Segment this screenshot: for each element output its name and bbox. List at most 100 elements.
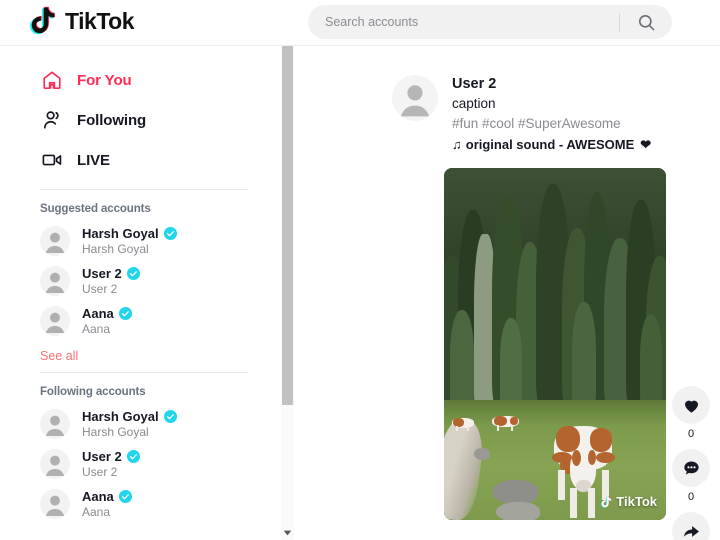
post-actions: 0 0 [666, 386, 716, 540]
account-meta: Harsh Goyal Harsh Goyal [82, 409, 177, 439]
tiktok-note-logo-icon [601, 495, 613, 508]
account-meta: Aana Aana [82, 306, 132, 336]
heart-icon [684, 400, 698, 413]
avatar [40, 449, 70, 479]
list-item[interactable]: Harsh Goyal Harsh Goyal [0, 221, 288, 261]
list-item[interactable]: Aana Aana [0, 484, 288, 524]
post-header: User 2 caption #fun #cool #SuperAwesome … [392, 75, 720, 155]
account-name: Harsh Goyal [82, 226, 159, 241]
comment-icon [683, 461, 699, 475]
comment-button[interactable] [672, 449, 710, 487]
account-handle: Harsh Goyal [82, 242, 149, 256]
search-bar[interactable] [308, 5, 672, 39]
list-item[interactable]: Harsh Goyal Harsh Goyal [0, 404, 288, 444]
sidebar-item-following[interactable]: Following [0, 100, 288, 140]
avatar [40, 266, 70, 296]
share-icon [683, 525, 699, 537]
account-name-line: User 2 [82, 449, 140, 464]
account-handle: Aana [82, 505, 111, 519]
tiktok-app: TikTok For You [0, 0, 720, 540]
account-name-line: Aana [82, 306, 132, 321]
chevron-down-icon [283, 530, 292, 536]
suggested-accounts-list: Harsh Goyal Harsh Goyal User 2 User 2 Aa… [0, 219, 288, 341]
comment-action: 0 [666, 449, 716, 503]
like-action: 0 [666, 386, 716, 440]
post-music-row[interactable]: ♫ original sound - AWESOME ❤ [452, 134, 651, 155]
account-name-line: Harsh Goyal [82, 409, 177, 424]
music-note-icon: ♫ [452, 137, 462, 152]
post-music-title: original sound - AWESOME [465, 137, 635, 152]
video-forest-layer [444, 168, 666, 406]
video-rock [474, 448, 490, 460]
post-author-name[interactable]: User 2 [452, 75, 651, 94]
verified-badge-icon [126, 450, 140, 463]
share-button[interactable] [672, 512, 710, 540]
account-meta: Aana Aana [82, 489, 132, 519]
search-button[interactable] [620, 5, 672, 39]
scrollbar-thumb[interactable] [282, 46, 293, 405]
following-accounts-list: Harsh Goyal Harsh Goyal User 2 User 2 Aa… [0, 402, 288, 524]
video-watermark: TikTok [601, 494, 657, 509]
sidebar-label-following: Following [77, 111, 147, 129]
sidebar: For You Following LIVE Suggested account… [0, 46, 288, 540]
brand-logo[interactable]: TikTok [30, 6, 135, 36]
sidebar-label-for-you: For You [77, 71, 132, 89]
video-rock [496, 502, 540, 520]
verified-badge-icon [126, 267, 140, 280]
user-icon [40, 109, 63, 132]
account-name: User 2 [82, 449, 122, 464]
account-meta: User 2 User 2 [82, 266, 140, 296]
avatar [40, 489, 70, 519]
post-caption: caption [452, 96, 496, 111]
suggested-accounts-title: Suggested accounts [40, 203, 151, 215]
avatar [40, 306, 70, 336]
scrollbar-down-arrow[interactable] [281, 526, 294, 540]
video-feed: User 2 caption #fun #cool #SuperAwesome … [294, 46, 720, 540]
app-header: TikTok [0, 0, 720, 46]
verified-badge-icon [163, 410, 177, 423]
account-name-line: User 2 [82, 266, 140, 281]
brand-name: TikTok [65, 8, 135, 34]
sidebar-item-live[interactable]: LIVE [0, 140, 288, 180]
like-button[interactable] [672, 386, 710, 424]
share-action [666, 512, 716, 540]
search-icon [638, 14, 654, 30]
watermark-text: TikTok [616, 494, 657, 509]
list-item[interactable]: Aana Aana [0, 301, 288, 341]
account-meta: User 2 User 2 [82, 449, 140, 479]
home-icon [40, 69, 63, 92]
video-camera-icon [40, 149, 63, 172]
following-accounts-title: Following accounts [40, 386, 146, 398]
account-name: Aana [82, 489, 114, 504]
list-item[interactable]: User 2 User 2 [0, 444, 288, 484]
post-card: User 2 caption #fun #cool #SuperAwesome … [294, 46, 720, 520]
account-handle: User 2 [82, 282, 118, 296]
search-input[interactable] [308, 15, 619, 29]
account-handle: User 2 [82, 465, 118, 479]
tiktok-note-logo-icon [30, 6, 56, 35]
video-cow [450, 416, 476, 431]
verified-badge-icon [118, 307, 132, 320]
avatar [40, 226, 70, 256]
verified-badge-icon [118, 490, 132, 503]
comment-count: 0 [687, 491, 695, 503]
list-item[interactable]: User 2 User 2 [0, 261, 288, 301]
avatar[interactable] [392, 75, 438, 121]
account-meta: Harsh Goyal Harsh Goyal [82, 226, 177, 256]
video-player[interactable]: TikTok [444, 168, 666, 520]
avatar [40, 409, 70, 439]
account-name: User 2 [82, 266, 122, 281]
sidebar-item-for-you[interactable]: For You [0, 60, 288, 100]
sidebar-scrollbar[interactable] [281, 46, 294, 540]
sidebar-label-live: LIVE [77, 151, 110, 169]
account-name-line: Aana [82, 489, 132, 504]
see-all-link[interactable]: See all [0, 341, 288, 363]
account-name-line: Harsh Goyal [82, 226, 177, 241]
account-handle: Harsh Goyal [82, 425, 149, 439]
post-hashtags[interactable]: #fun #cool #SuperAwesome [452, 114, 651, 134]
like-count: 0 [687, 428, 695, 440]
primary-nav: For You Following LIVE [0, 46, 288, 180]
account-name: Aana [82, 306, 114, 321]
account-name: Harsh Goyal [82, 409, 159, 424]
video-rock [492, 480, 538, 504]
